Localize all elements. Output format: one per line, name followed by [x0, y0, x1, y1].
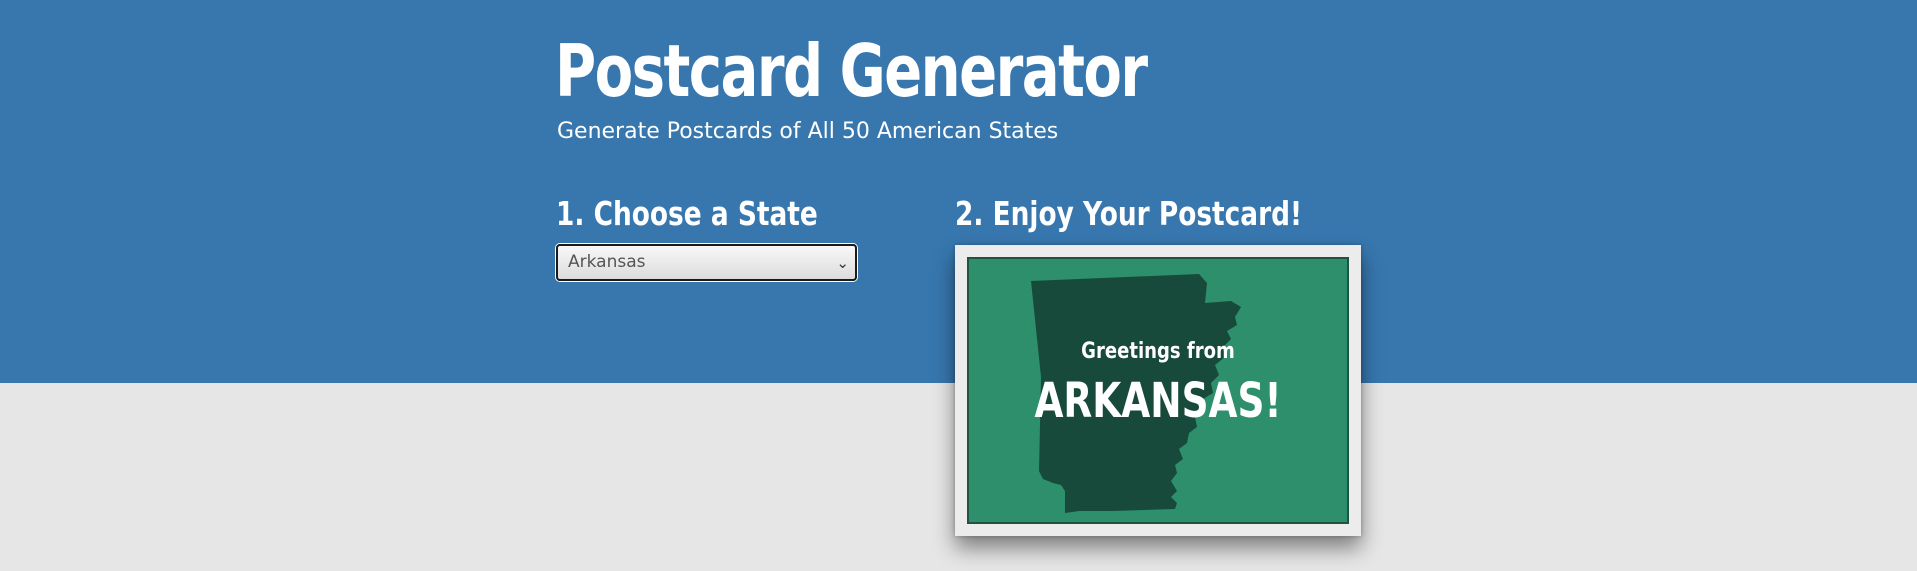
- chevron-down-icon: ⌄: [836, 254, 849, 272]
- state-select-value: Arkansas: [568, 252, 646, 272]
- page-title: Postcard Generator: [555, 29, 1148, 113]
- postcard-image: Greetings from ARKANSAS!: [967, 257, 1349, 524]
- step-enjoy-postcard-heading: 2. Enjoy Your Postcard!: [955, 194, 1303, 233]
- step-choose-state-heading: 1. Choose a State: [556, 194, 818, 233]
- state-select[interactable]: Arkansas ⌄: [556, 244, 857, 281]
- postcard-greeting: Greetings from: [1081, 339, 1235, 364]
- postcard-state-name: ARKANSAS!: [1034, 373, 1282, 429]
- postcard: Greetings from ARKANSAS!: [955, 245, 1361, 536]
- page-subtitle: Generate Postcards of All 50 American St…: [557, 119, 1059, 144]
